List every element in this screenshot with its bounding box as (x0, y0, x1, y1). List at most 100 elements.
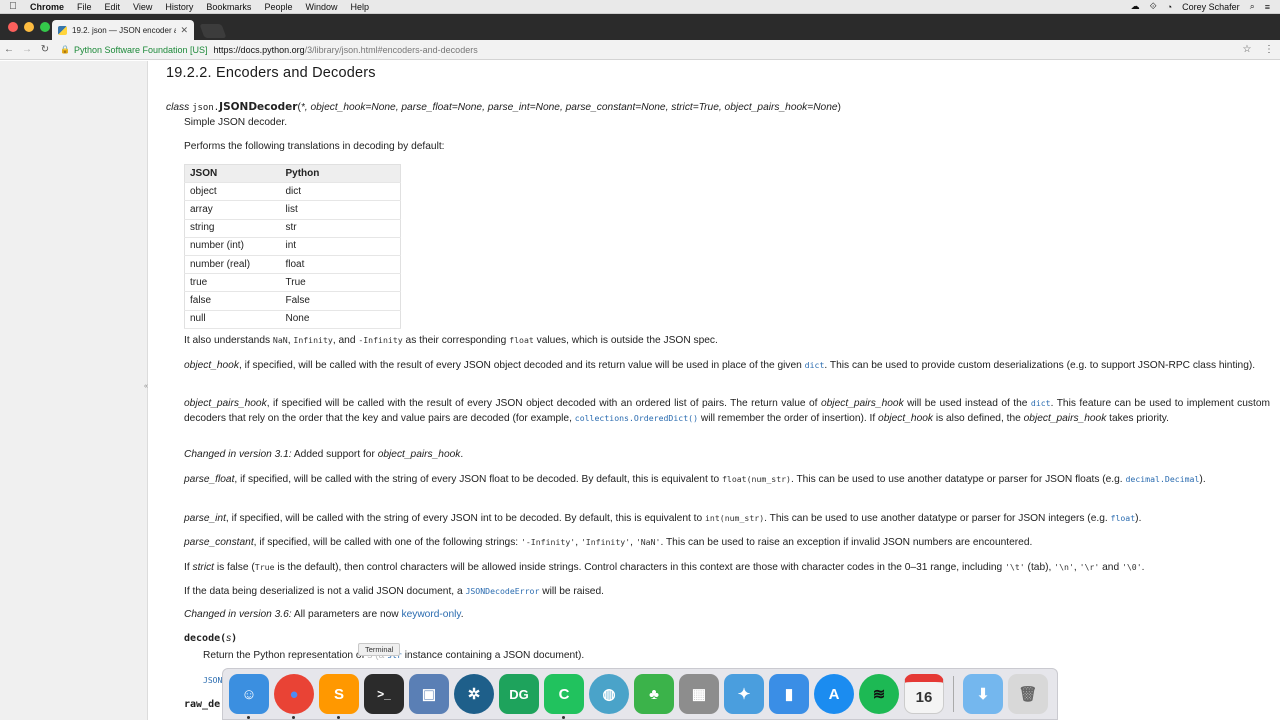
menu-history[interactable]: History (161, 2, 202, 12)
version-changed-label: Changed in version 3.6: (184, 609, 292, 620)
virtualbox-icon[interactable]: ▣ (409, 674, 449, 714)
text-run: as their corresponding (402, 335, 510, 346)
browser-toolbar: ← → ↻ 🔒 Python Software Foundation [US] … (0, 40, 1280, 60)
table-cell: True (280, 273, 401, 293)
parse-int-paragraph: parse_int, if specified, will be called … (184, 511, 1270, 526)
bookmark-star-icon[interactable]: ☆ (1236, 44, 1258, 55)
bookmark-app-icon[interactable]: ▮ (769, 674, 809, 714)
table-cell: dict (280, 182, 401, 202)
lock-icon: 🔒 (60, 45, 70, 54)
site-identity: Python Software Foundation [US] (73, 44, 208, 55)
dock-glyph: ☺ (241, 685, 257, 703)
close-tab-icon[interactable]: ✕ (180, 25, 188, 36)
dock-glyph: ≋ (872, 686, 886, 703)
minimize-window-icon[interactable] (24, 22, 34, 32)
jsondecoder-signature: class json.JSONDecoder(*, object_hook=No… (166, 100, 841, 115)
chrome-menu-icon[interactable]: ⋮ (1258, 44, 1280, 55)
calendar-icon[interactable]: 16 (904, 674, 944, 714)
table-cell: null (184, 310, 281, 329)
back-arrow-icon[interactable]: ← (0, 44, 18, 55)
new-tab-button[interactable] (199, 24, 227, 38)
app-store-icon[interactable]: A (814, 674, 854, 714)
notification-center-icon[interactable]: ≡ (1265, 2, 1270, 12)
address-bar[interactable]: 🔒 Python Software Foundation [US] https:… (60, 43, 1236, 57)
calculator-icon[interactable]: ▦ (679, 674, 719, 714)
table-cell: array (184, 200, 281, 220)
downloads-folder-icon[interactable]: ⬇ (963, 674, 1003, 714)
reload-icon[interactable]: ↻ (36, 44, 54, 55)
dict-link[interactable]: dict (805, 360, 825, 370)
menu-edit[interactable]: Edit (101, 2, 130, 12)
dict-link[interactable]: dict (1031, 398, 1051, 408)
running-indicator (562, 716, 565, 719)
menu-help[interactable]: Help (346, 2, 378, 12)
jsondecodeerror-link[interactable]: JSONDecodeError (465, 586, 539, 596)
sync-icon[interactable]: ⟐ (1150, 1, 1157, 12)
menu-bookmarks[interactable]: Bookmarks (202, 2, 260, 12)
spotify-icon[interactable]: ≋ (859, 674, 899, 714)
sublime-text-icon[interactable]: S (319, 674, 359, 719)
param-object-pairs-hook: object_pairs_hook (184, 398, 267, 409)
page-viewport[interactable]: « 19.2.2. Encoders and Decoders class js… (0, 61, 1280, 720)
chrome-icon[interactable]: ● (274, 674, 314, 719)
param-object-hook: object_hook (184, 360, 239, 371)
running-indicator (292, 716, 295, 719)
float-link[interactable]: float (1111, 513, 1136, 523)
evernote-icon[interactable]: ♣ (634, 674, 674, 714)
trash-icon[interactable]: 🗑 (1008, 674, 1048, 714)
text-run: , if specified, will be called with one … (253, 537, 521, 548)
text-run: will be used instead of the (903, 398, 1031, 409)
text-run: . This can be used to provide custom des… (824, 360, 1256, 371)
menu-people[interactable]: People (260, 2, 301, 12)
menu-file[interactable]: File (73, 2, 101, 12)
collapse-sidebar-icon[interactable]: « (144, 383, 148, 390)
param-object-pairs-hook: object_pairs_hook (377, 449, 461, 460)
keyword-only-link[interactable]: keyword-only (401, 609, 460, 620)
text-run: . (460, 449, 464, 460)
code-infinity: Infinity (293, 335, 333, 345)
macos-dock: ☺ ● S >_ ▣ ✲ DG C ◍ ♣ ▦ ✦ ▮ A ≋ 16 ⬇ 🗑 (222, 668, 1058, 720)
spotlight-search-icon[interactable]: ⌕ (1250, 1, 1255, 12)
dock-glyph: ◍ (602, 686, 616, 703)
text-run: will be raised. (539, 586, 604, 597)
cloud-icon[interactable]: ☁ (1131, 1, 1140, 12)
decimal-link[interactable]: decimal.Decimal (1125, 474, 1199, 484)
param-parse-int: parse_int (184, 513, 226, 524)
close-window-icon[interactable] (8, 22, 18, 32)
browser-tab-active[interactable]: 19.2. json — JSON encoder an ✕ (52, 20, 194, 40)
network-icon[interactable]: ◍ (589, 674, 629, 714)
zoom-window-icon[interactable] (40, 22, 50, 32)
text-run: instance containing a JSON document). (401, 650, 585, 661)
dock-glyph: ▦ (691, 686, 707, 703)
datagrip-icon[interactable]: DG (499, 674, 539, 714)
code-true: True (254, 562, 275, 572)
dock-glyph: S (333, 685, 344, 703)
apple-menu-icon[interactable]:  (0, 1, 26, 12)
url-host: https://docs.python.org (213, 44, 305, 55)
menubar-user-name[interactable]: Corey Schafer (1182, 2, 1240, 12)
user-icon[interactable]: ◔ (1167, 2, 1172, 12)
ordereddict-link[interactable]: collections.OrderedDict() (575, 413, 698, 423)
menu-view[interactable]: View (129, 2, 161, 12)
table-cell: object (184, 182, 281, 202)
table-header-json: JSON (184, 164, 281, 184)
text-run: If the data being deserialized is not a … (184, 586, 466, 597)
macos-menu-bar:  Chrome File Edit View History Bookmark… (0, 0, 1280, 14)
pycharm-icon[interactable]: C (544, 674, 584, 719)
dock-glyph: ▮ (784, 686, 794, 703)
dock-glyph: ▣ (421, 686, 437, 703)
sig-close-paren: ) (837, 102, 841, 113)
table-header-python: Python (280, 164, 401, 184)
text-run: If (184, 562, 193, 573)
terminal-icon[interactable]: >_ (364, 674, 404, 714)
code-carriage-return: '\r' (1079, 562, 1100, 572)
finder-icon[interactable]: ☺ (229, 674, 269, 719)
menu-chrome[interactable]: Chrome (26, 2, 73, 12)
sourcetree-icon[interactable]: ✲ (454, 674, 494, 714)
text-run: is the default), then control characters… (274, 562, 1005, 573)
code-nan-str: 'NaN' (635, 537, 661, 547)
app-icon[interactable]: ✦ (724, 674, 764, 714)
menu-window[interactable]: Window (301, 2, 346, 12)
forward-arrow-icon[interactable]: → (18, 44, 36, 55)
table-row: string str (184, 219, 401, 238)
